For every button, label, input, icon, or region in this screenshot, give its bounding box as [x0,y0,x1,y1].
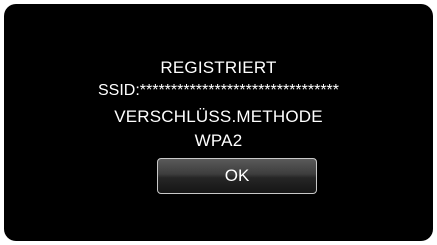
encryption-method-label: VERSCHLÜSS.METHODE [114,107,323,126]
encryption-method-value: WPA2 [194,131,243,150]
ok-button[interactable]: OK [157,158,317,194]
status-title: REGISTRIERT [160,58,277,77]
ssid-value: SSID:******************************** [97,82,340,99]
camera-screen: REGISTRIERT SSID:***********************… [4,4,433,241]
